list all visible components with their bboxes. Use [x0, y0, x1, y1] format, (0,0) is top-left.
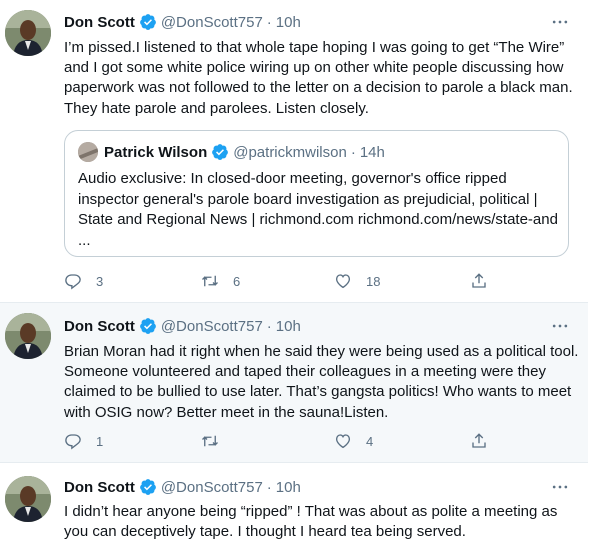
- tweet-text: I’m pissed.I listened to that whole tape…: [64, 39, 573, 117]
- author-name[interactable]: Don Scott: [64, 14, 135, 31]
- tweet-actions: 1 4: [64, 432, 524, 452]
- quote-text: Audio exclusive: In closed-door meeting,…: [78, 170, 558, 249]
- share-button[interactable]: [470, 432, 488, 450]
- tweet[interactable]: Don Scott @DonScott757 · 10h I didn’t he…: [0, 463, 588, 551]
- quote-author-handle: @patrickmwilson: [233, 143, 347, 161]
- verified-badge-icon: [139, 479, 156, 495]
- author-name[interactable]: Don Scott: [64, 318, 135, 335]
- chevron-down-icon[interactable]: [550, 12, 570, 32]
- retweet-icon: [202, 435, 218, 447]
- reply-button[interactable]: 1: [64, 432, 103, 450]
- timestamp[interactable]: 10h: [276, 14, 301, 31]
- retweet-count: 6: [233, 273, 241, 289]
- like-count: 18: [366, 273, 381, 289]
- retweet-button[interactable]: [201, 432, 233, 450]
- author-handle[interactable]: @DonScott757: [161, 318, 263, 335]
- heart-icon: [335, 274, 351, 289]
- verified-badge-icon: [139, 14, 156, 30]
- like-button[interactable]: 18: [334, 272, 380, 290]
- author-handle[interactable]: @DonScott757: [161, 14, 263, 31]
- share-icon: [472, 433, 486, 448]
- tweet-actions: 3 6 18: [64, 272, 524, 292]
- timestamp[interactable]: 10h: [276, 318, 301, 335]
- tweet-text: Brian Moran had it right when he said th…: [64, 343, 579, 421]
- share-icon: [472, 273, 486, 288]
- separator: ·: [266, 317, 272, 335]
- retweet-icon: [202, 275, 218, 287]
- avatar[interactable]: [5, 313, 51, 359]
- quote-author-name: Patrick Wilson: [104, 143, 208, 161]
- timestamp[interactable]: 10h: [276, 479, 301, 496]
- reply-icon: [65, 434, 81, 450]
- avatar[interactable]: [5, 10, 51, 56]
- separator: ·: [266, 478, 272, 496]
- reply-count: 3: [96, 273, 104, 289]
- like-count: 4: [366, 433, 374, 449]
- chevron-down-icon[interactable]: [550, 477, 570, 497]
- author-handle[interactable]: @DonScott757: [161, 479, 263, 496]
- heart-icon: [335, 434, 351, 449]
- quoted-tweet[interactable]: Patrick Wilson @patrickmwilson · 14h Aud…: [64, 130, 569, 257]
- quote-timestamp: 14h: [359, 143, 385, 161]
- share-button[interactable]: [470, 272, 488, 290]
- retweet-button[interactable]: 6: [201, 272, 240, 290]
- chevron-down-icon[interactable]: [550, 316, 570, 336]
- separator: ·: [350, 143, 356, 161]
- quote-avatar: [78, 142, 98, 162]
- like-button[interactable]: 4: [334, 432, 373, 450]
- separator: ·: [266, 13, 272, 31]
- author-name[interactable]: Don Scott: [64, 479, 135, 496]
- reply-icon: [65, 274, 81, 290]
- reply-button[interactable]: 3: [64, 272, 103, 290]
- tweet[interactable]: Don Scott @DonScott757 · 10h I’m pissed.…: [0, 0, 588, 303]
- avatar[interactable]: [5, 476, 51, 522]
- tweet-text: I didn’t hear anyone being “ripped” ! Th…: [64, 503, 558, 541]
- verified-badge-icon: [212, 144, 229, 160]
- reply-count: 1: [96, 433, 104, 449]
- verified-badge-icon: [139, 318, 156, 334]
- tweet[interactable]: Don Scott @DonScott757 · 10h Brian Moran…: [0, 303, 588, 463]
